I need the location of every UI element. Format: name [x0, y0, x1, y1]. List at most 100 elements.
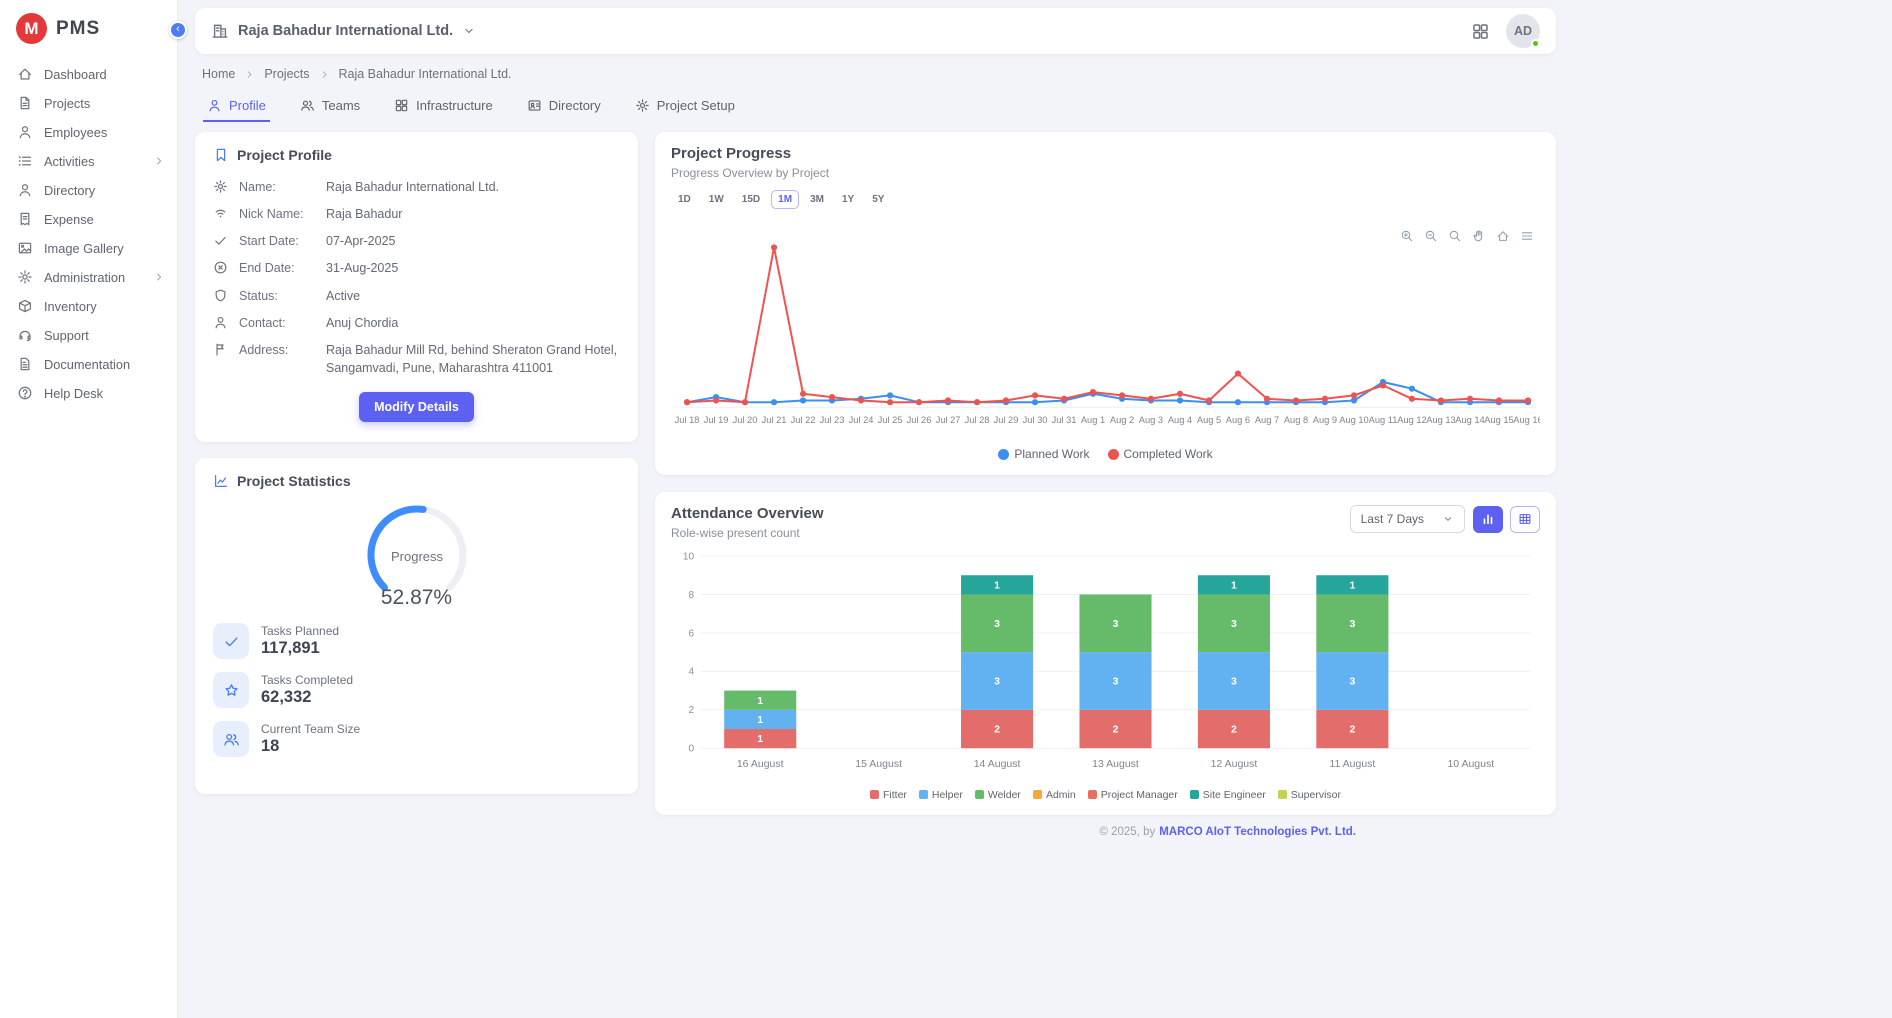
svg-text:Aug 3: Aug 3	[1139, 415, 1163, 425]
svg-text:13 August: 13 August	[1092, 758, 1139, 770]
company-selector[interactable]: Raja Bahadur International Ltd.	[211, 22, 476, 40]
legend-helper[interactable]: Helper	[919, 789, 963, 801]
svg-text:Aug 4: Aug 4	[1168, 415, 1192, 425]
modify-details-button[interactable]: Modify Details	[359, 392, 474, 422]
bar-chart-icon	[1481, 512, 1495, 526]
sidebar-item-projects[interactable]: Projects	[0, 89, 177, 117]
date-range-value: Last 7 Days	[1361, 512, 1424, 526]
legend-project-manager[interactable]: Project Manager	[1088, 789, 1178, 801]
svg-text:1: 1	[757, 695, 763, 707]
sidebar-collapse-button[interactable]: ‹	[169, 21, 187, 39]
sidebar-item-directory[interactable]: Directory	[0, 176, 177, 204]
app-logo[interactable]: M PMS	[0, 0, 177, 60]
sidebar: M PMS Dashboard Projects Employees Activ…	[0, 0, 178, 1018]
footer-link[interactable]: MARCO AIoT Technologies Pvt. Ltd.	[1159, 826, 1356, 838]
svg-text:Jul 24: Jul 24	[849, 415, 874, 425]
building-icon	[211, 22, 229, 40]
svg-text:4: 4	[688, 667, 694, 678]
users-icon	[223, 731, 240, 748]
tab-label: Teams	[322, 98, 360, 113]
chevron-down-icon	[1442, 513, 1454, 525]
apps-grid-icon[interactable]	[1471, 22, 1490, 41]
antenna-icon	[213, 206, 228, 221]
tab-bar: Profile Teams Infrastructure Directory P…	[195, 91, 1556, 122]
sidebar-item-expense[interactable]: Expense	[0, 205, 177, 233]
sidebar-item-label: Administration	[44, 270, 125, 285]
range-button-3m[interactable]: 3M	[803, 190, 831, 209]
svg-text:Aug 11: Aug 11	[1369, 415, 1398, 425]
table-view-button[interactable]	[1510, 506, 1540, 533]
legend-welder[interactable]: Welder	[975, 789, 1021, 801]
box-icon	[17, 298, 33, 314]
legend-admin[interactable]: Admin	[1033, 789, 1076, 801]
pan-icon[interactable]	[1472, 229, 1486, 243]
svg-text:3: 3	[1349, 676, 1355, 688]
avatar[interactable]: AD	[1506, 14, 1540, 48]
chart-legend: Fitter Helper Welder Admin Project Manager Si…	[671, 787, 1540, 809]
sidebar-item-dashboard[interactable]: Dashboard	[0, 60, 177, 88]
sidebar-item-label: Help Desk	[44, 386, 103, 401]
field-label: Nick Name:	[239, 205, 315, 223]
bar-chart-view-button[interactable]	[1473, 506, 1503, 533]
sidebar-item-employees[interactable]: Employees	[0, 118, 177, 146]
sidebar-item-help-desk[interactable]: Help Desk	[0, 379, 177, 407]
range-button-15d[interactable]: 15D	[735, 190, 767, 209]
gear-icon	[635, 98, 650, 113]
range-button-5y[interactable]: 5Y	[865, 190, 891, 209]
sidebar-item-image-gallery[interactable]: Image Gallery	[0, 234, 177, 262]
home-icon[interactable]	[1496, 229, 1510, 243]
sidebar-item-documentation[interactable]: Documentation	[0, 350, 177, 378]
card-title: Project Profile	[237, 147, 332, 163]
range-button-1w[interactable]: 1W	[702, 190, 731, 209]
svg-text:14 August: 14 August	[974, 758, 1021, 770]
menu-icon[interactable]	[1520, 229, 1534, 243]
svg-text:10: 10	[683, 552, 695, 563]
tab-infrastructure[interactable]: Infrastructure	[390, 91, 497, 122]
svg-text:3: 3	[1113, 676, 1119, 688]
svg-text:0: 0	[688, 744, 694, 755]
progress-gauge: Progress 52.87%	[213, 497, 620, 610]
field-value: Raja Bahadur	[326, 205, 620, 223]
sidebar-item-administration[interactable]: Administration	[0, 263, 177, 291]
progress-line-chart[interactable]: Jul 18Jul 19Jul 20Jul 21Jul 22Jul 23Jul …	[671, 229, 1540, 441]
legend-supervisor[interactable]: Supervisor	[1278, 789, 1341, 801]
tab-teams[interactable]: Teams	[296, 91, 364, 122]
legend-completed-work[interactable]: Completed Work	[1108, 447, 1213, 461]
field-value: 31-Aug-2025	[326, 259, 620, 277]
sidebar-item-activities[interactable]: Activities	[0, 147, 177, 175]
svg-text:Jul 18: Jul 18	[675, 415, 700, 425]
attendance-bar-chart[interactable]: 024681011116 August15 August233114 Augus…	[671, 546, 1540, 786]
range-button-1d[interactable]: 1D	[671, 190, 698, 209]
sidebar-item-label: Inventory	[44, 299, 97, 314]
user-icon	[17, 124, 33, 140]
selection-zoom-icon[interactable]	[1448, 229, 1462, 243]
profile-field-start-date: Start Date: 07-Apr-2025	[213, 232, 620, 250]
svg-text:3: 3	[994, 618, 1000, 630]
zoom-in-icon[interactable]	[1400, 229, 1414, 243]
svg-text:Aug 8: Aug 8	[1284, 415, 1308, 425]
zoom-out-icon[interactable]	[1424, 229, 1438, 243]
svg-text:1: 1	[757, 733, 763, 745]
sidebar-item-support[interactable]: Support	[0, 321, 177, 349]
field-label: Contact:	[239, 314, 315, 332]
breadcrumb-item-home[interactable]: Home	[202, 67, 235, 81]
chevron-right-icon	[319, 69, 330, 80]
range-button-1m[interactable]: 1M	[771, 190, 799, 209]
tab-profile[interactable]: Profile	[203, 91, 270, 122]
date-range-select[interactable]: Last 7 Days	[1350, 505, 1465, 533]
svg-text:2: 2	[1231, 724, 1237, 736]
online-status-dot	[1531, 39, 1540, 48]
legend-fitter[interactable]: Fitter	[870, 789, 907, 801]
gear-icon	[213, 179, 228, 194]
tab-directory[interactable]: Directory	[523, 91, 605, 122]
bookmark-icon	[213, 147, 229, 163]
legend-planned-work[interactable]: Planned Work	[998, 447, 1089, 461]
svg-text:6: 6	[688, 629, 694, 640]
svg-text:Aug 9: Aug 9	[1313, 415, 1337, 425]
sidebar-item-inventory[interactable]: Inventory	[0, 292, 177, 320]
breadcrumb-item-projects[interactable]: Projects	[264, 67, 309, 81]
legend-site-engineer[interactable]: Site Engineer	[1190, 789, 1266, 801]
tab-project-setup[interactable]: Project Setup	[631, 91, 739, 122]
chart-toolbar	[1400, 229, 1534, 243]
range-button-1y[interactable]: 1Y	[835, 190, 861, 209]
